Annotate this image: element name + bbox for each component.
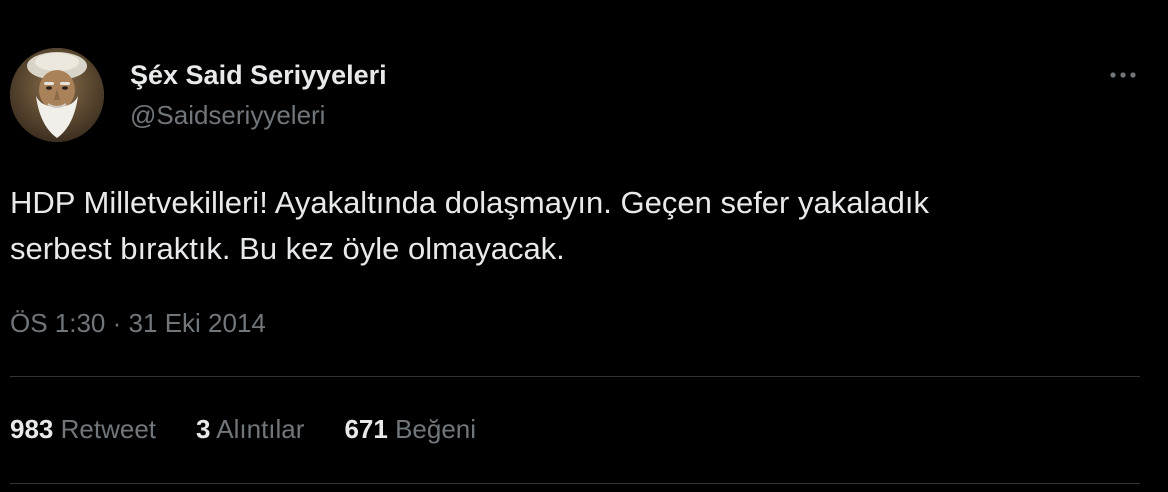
retweet-stat[interactable]: 983 Retweet [10, 414, 156, 445]
avatar[interactable] [10, 48, 104, 142]
like-stat[interactable]: 671 Beğeni [344, 414, 476, 445]
tweet-text: HDP Milletvekilleri! Ayakaltında dolaşma… [10, 180, 1130, 272]
retweet-count: 983 [10, 414, 54, 444]
like-count: 671 [344, 414, 388, 444]
engagement-stats: 983 Retweet 3 Alıntılar 671 Beğeni [10, 414, 516, 445]
quote-label: Alıntılar [216, 414, 305, 444]
retweet-label: Retweet [60, 414, 157, 444]
tweet-time: ÖS 1:30 [10, 308, 106, 338]
tweet-timestamp[interactable]: ÖS 1:30 · 31 Eki 2014 [10, 308, 266, 339]
author-name[interactable]: Şéx Said Seriyyeleri [130, 60, 387, 91]
tweet-date: 31 Eki 2014 [128, 308, 266, 338]
meta-separator: · [112, 308, 122, 338]
tweet-text-line-2: serbest bıraktık. Bu kez öyle olmayacak. [10, 231, 565, 266]
tweet-card: Şéx Said Seriyyeleri @Saidseriyyeleri HD… [0, 0, 1168, 492]
quote-count: 3 [196, 414, 211, 444]
tweet-text-line-1: HDP Milletvekilleri! Ayakaltında dolaşma… [10, 185, 929, 220]
author-handle[interactable]: @Saidseriyyeleri [130, 100, 325, 131]
more-horizontal-icon [1110, 72, 1136, 78]
like-label: Beğeni [395, 414, 477, 444]
divider [10, 483, 1140, 484]
divider [10, 376, 1140, 377]
more-options-button[interactable] [1100, 58, 1146, 92]
quote-stat[interactable]: 3 Alıntılar [196, 414, 304, 445]
